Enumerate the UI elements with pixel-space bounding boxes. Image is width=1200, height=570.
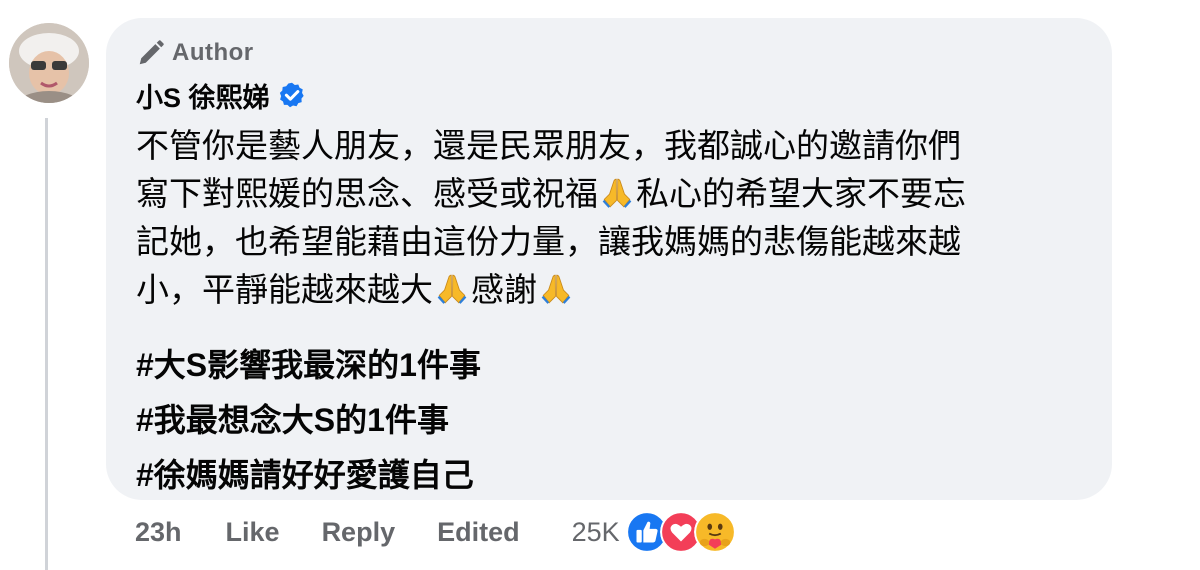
edited-label: Edited: [437, 516, 520, 547]
reply-button[interactable]: Reply: [322, 517, 396, 548]
like-button[interactable]: Like: [226, 517, 280, 548]
author-name-row: 小S 徐熙娣: [136, 76, 306, 115]
comment-line: 記她，也希望能藉由這份力量，讓我媽媽的悲傷能越來越: [136, 223, 961, 260]
comment-line: 寫下對熙媛的思念、感受或祝福 私心的希望大家不要忘: [136, 170, 1096, 218]
reactions-summary[interactable]: [625, 511, 736, 553]
comment-line: 不管你是藝人朋友，還是民眾朋友，我都誠心的邀請你們: [136, 127, 961, 164]
care-icon: [693, 511, 736, 553]
comment-text: 私心的希望大家不要忘: [636, 175, 966, 212]
folded-hands-icon: [541, 274, 571, 304]
hashtag-list: #大S影響我最深的1件事 #我最想念大S的1件事 #徐媽媽請好好愛護自己: [136, 338, 481, 503]
folded-hands-icon: [437, 274, 467, 304]
reaction-count[interactable]: 25K: [572, 517, 620, 548]
hashtag-link[interactable]: #徐媽媽請好好愛護自己: [136, 448, 481, 503]
pencil-icon: [139, 40, 164, 65]
author-name-link[interactable]: 小S 徐熙娣: [136, 76, 270, 115]
comment-bubble: Author 小S 徐熙娣 不管你是藝人朋友，還是民眾朋友，我都誠心的邀請你們 …: [106, 18, 1112, 500]
comment-actions: 23h Like Reply Edited 25K: [135, 510, 736, 554]
folded-hands-icon: [602, 178, 632, 208]
timestamp-link[interactable]: 23h: [135, 517, 182, 548]
author-badge-label: Author: [172, 39, 254, 66]
comment-text: 感謝: [471, 271, 537, 308]
comment-text: 小，平靜能越來越大: [136, 271, 433, 308]
hashtag-link[interactable]: #我最想念大S的1件事: [136, 393, 481, 448]
author-badge: Author: [136, 38, 254, 68]
comment-line: 小，平靜能越來越大 感謝: [136, 266, 1096, 314]
verified-badge-icon: [279, 82, 304, 108]
comment-body: 不管你是藝人朋友，還是民眾朋友，我都誠心的邀請你們 寫下對熙媛的思念、感受或祝福…: [136, 122, 1096, 314]
hashtag-link[interactable]: #大S影響我最深的1件事: [136, 338, 481, 393]
comment-text: 寫下對熙媛的思念、感受或祝福: [136, 175, 598, 212]
thread-line: [45, 118, 48, 570]
avatar[interactable]: [9, 23, 89, 103]
